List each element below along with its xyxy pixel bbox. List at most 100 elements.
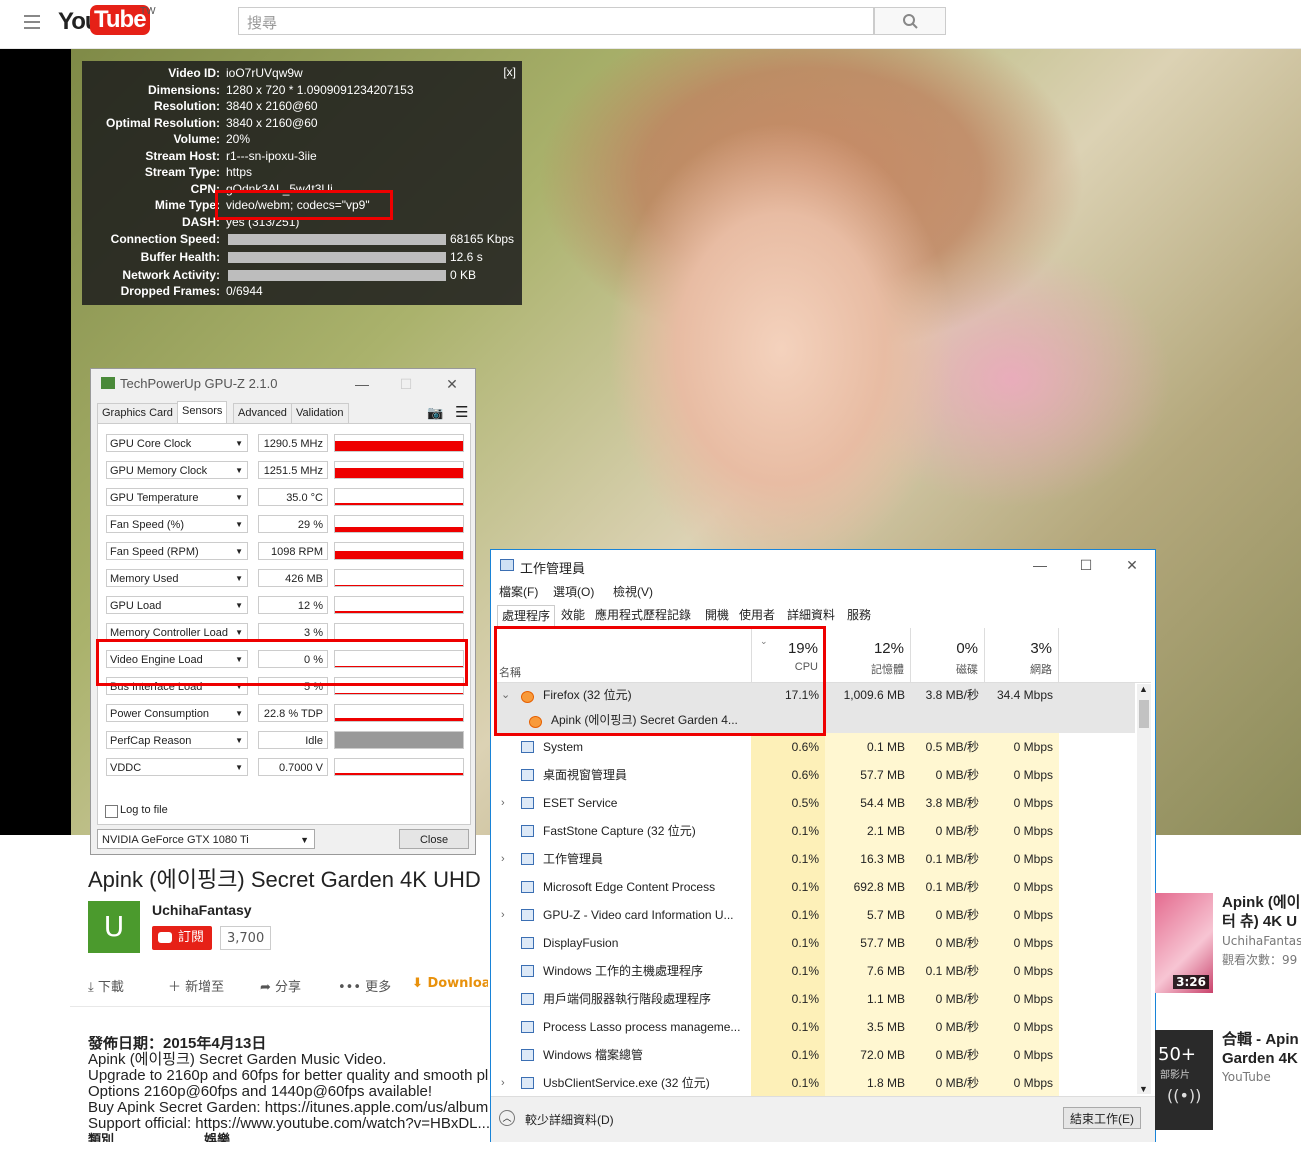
close-icon[interactable]: ✕ — [1123, 556, 1141, 574]
chevron-up-icon[interactable]: ︿ — [499, 1110, 515, 1126]
column-disk[interactable]: 0% 磁碟 — [911, 628, 985, 682]
process-memory: 692.8 MB — [825, 873, 911, 901]
process-row[interactable]: Microsoft Edge Content Process 0.1% 692.8 … — [495, 873, 1135, 901]
gpuz-titlebar[interactable]: TechPowerUp GPU-Z 2.1.0 — ☐ ✕ — [91, 369, 475, 399]
device-select[interactable]: NVIDIA GeForce GTX 1080 Ti ▼ — [97, 829, 315, 849]
scroll-up-icon[interactable]: ▲ — [1139, 684, 1148, 694]
share-action[interactable]: ➦ 分享 — [260, 976, 301, 995]
expand-icon[interactable]: › — [501, 1069, 505, 1097]
process-row[interactable]: › ESET Service 0.5% 54.4 MB 3.8 MB/秒 0 Mbps — [495, 789, 1135, 817]
playlist-thumbnail[interactable]: 50+ 部影片 ((•)) — [1155, 1030, 1213, 1130]
process-cpu: 0.1% — [751, 929, 825, 957]
column-memory[interactable]: 12% 記憶體 — [825, 628, 911, 682]
tm-tab[interactable]: 效能 — [557, 605, 589, 625]
stats-label: Mime Type: — [154, 198, 220, 212]
process-row[interactable]: Windows 檔案總管 0.1% 72.0 MB 0 MB/秒 0 Mbps — [495, 1041, 1135, 1069]
tab-validation[interactable]: Validation — [291, 403, 349, 424]
process-row[interactable]: System 0.6% 0.1 MB 0.5 MB/秒 0 Mbps — [495, 733, 1135, 761]
process-row[interactable]: Windows 工作的主機處理程序 0.1% 7.6 MB 0.1 MB/秒 0 Mbp… — [495, 957, 1135, 985]
end-task-button[interactable]: 結束工作(E) — [1063, 1107, 1141, 1129]
stats-value: ioO7rUVqw9w — [226, 66, 303, 80]
process-memory: 0.1 MB — [825, 733, 911, 761]
add-to-action[interactable]: ＋ 新增至 — [168, 976, 224, 995]
sensor-select[interactable]: Power Consumption ▼ — [106, 704, 248, 722]
column-network[interactable]: 3% 網路 — [985, 628, 1059, 682]
tm-tab[interactable]: 應用程式歷程記錄 — [591, 605, 695, 625]
process-row[interactable]: › 工作管理員 0.1% 16.3 MB 0.1 MB/秒 0 Mbps — [495, 845, 1135, 873]
expand-icon[interactable]: › — [501, 901, 505, 929]
tab-sensors[interactable]: Sensors — [177, 401, 228, 423]
process-row[interactable]: Process Lasso process manageme... 0.1% 3.5… — [495, 1013, 1135, 1041]
maximize-icon[interactable]: ☐ — [1077, 556, 1095, 574]
search-button[interactable] — [874, 7, 946, 35]
scroll-thumb[interactable] — [1139, 700, 1149, 728]
recommended-thumbnail[interactable]: 3:26 — [1155, 893, 1213, 993]
sensor-select[interactable]: GPU Temperature ▼ — [106, 488, 248, 506]
channel-name[interactable]: UchihaFantasy — [152, 902, 252, 918]
download-action[interactable]: ⤓ 下載 — [88, 976, 124, 995]
subscribe-button[interactable]: 訂閱 — [152, 926, 213, 950]
camera-icon[interactable]: 📷 — [427, 405, 443, 421]
process-memory: 3.5 MB — [825, 1013, 911, 1041]
scrollbar[interactable]: ▲ ▼ — [1137, 684, 1151, 1094]
chevron-down-icon: ▼ — [235, 466, 243, 475]
tm-tab[interactable]: 處理程序 — [497, 605, 556, 626]
sensor-select[interactable]: Fan Speed (%) ▼ — [106, 515, 248, 533]
playlist-title[interactable]: 合輯 - Apin Garden 4K — [1222, 1030, 1299, 1068]
sensor-select[interactable]: Fan Speed (RPM) ▼ — [106, 542, 248, 560]
menu-item[interactable]: 檢視(V) — [613, 583, 653, 600]
tm-titlebar[interactable]: 工作管理員 — ☐ ✕ — [491, 550, 1155, 580]
scroll-down-icon[interactable]: ▼ — [1139, 1084, 1148, 1094]
tab-graphics-card[interactable]: Graphics Card — [97, 403, 178, 424]
menu-item[interactable]: 選項(O) — [553, 583, 594, 600]
sensor-row: Fan Speed (RPM) ▼ 1098 RPM — [106, 542, 466, 562]
close-icon[interactable]: ✕ — [443, 375, 461, 393]
process-row[interactable]: DisplayFusion 0.1% 57.7 MB 0 MB/秒 0 Mbps — [495, 929, 1135, 957]
maximize-icon[interactable]: ☐ — [397, 375, 415, 393]
process-row[interactable]: › GPU-Z - Video card Information U... 0.1%… — [495, 901, 1135, 929]
process-network: 0 Mbps — [985, 1041, 1059, 1069]
tm-tab[interactable]: 服務 — [843, 605, 875, 625]
publish-date: 發佈日期：2015年4月13日 — [88, 1036, 267, 1052]
sensor-select[interactable]: GPU Memory Clock ▼ — [106, 461, 248, 479]
menu-icon[interactable] — [24, 15, 40, 29]
process-row[interactable]: FastStone Capture (32 位元) 0.1% 2.1 MB 0 MB/… — [495, 817, 1135, 845]
process-row[interactable]: › UsbClientService.exe (32 位元) 0.1% 1.8 MB 0… — [495, 1069, 1135, 1097]
menu-item[interactable]: 檔案(F) — [499, 583, 538, 600]
process-disk: 0.1 MB/秒 — [911, 873, 985, 901]
menu-icon[interactable]: ☰ — [455, 403, 468, 421]
search-input[interactable]: 搜尋 — [238, 7, 874, 35]
recommended-title[interactable]: Apink (에이 터 츄) 4K U — [1222, 893, 1300, 931]
tab-advanced[interactable]: Advanced — [233, 403, 292, 424]
sensor-value: 35.0 °C — [258, 488, 328, 506]
process-icon — [521, 1049, 534, 1061]
tm-tab[interactable]: 詳細資料 — [783, 605, 839, 625]
log-to-file-checkbox[interactable] — [105, 805, 118, 818]
minimize-icon[interactable]: — — [1031, 556, 1049, 574]
process-row[interactable]: 用戶端伺服器執行階段處理程序 0.1% 1.1 MB 0 MB/秒 0 Mbps — [495, 985, 1135, 1013]
sensor-select[interactable]: VDDC ▼ — [106, 758, 248, 776]
download-ext-action[interactable]: ⬇ Download — [412, 976, 488, 991]
network-label: 網路 — [1030, 664, 1052, 676]
chevron-down-icon: ▼ — [235, 601, 243, 610]
stats-bar — [228, 270, 446, 281]
process-memory: 1,009.6 MB — [843, 688, 905, 702]
minimize-icon[interactable]: — — [353, 375, 371, 393]
sensor-select[interactable]: GPU Load ▼ — [106, 596, 248, 614]
close-button[interactable]: Close — [399, 829, 469, 849]
tm-tab[interactable]: 使用者 — [735, 605, 779, 625]
sensor-name: Memory Used — [110, 573, 179, 585]
channel-avatar[interactable]: U — [88, 901, 140, 953]
fewer-details-link[interactable]: 較少詳細資料(D) — [525, 1111, 614, 1128]
sensor-select[interactable]: Memory Used ▼ — [106, 569, 248, 587]
tm-tab[interactable]: 開機 — [701, 605, 733, 625]
sensor-name: Fan Speed (%) — [110, 519, 184, 531]
expand-icon[interactable]: › — [501, 789, 505, 817]
expand-icon[interactable]: › — [501, 845, 505, 873]
more-action[interactable]: ••• 更多 — [338, 976, 391, 995]
sensor-select[interactable]: PerfCap Reason ▼ — [106, 731, 248, 749]
desc-line: Buy Apink Secret Garden: https://itunes.… — [88, 1099, 489, 1116]
process-row[interactable]: 桌面視窗管理員 0.6% 57.7 MB 0 MB/秒 0 Mbps — [495, 761, 1135, 789]
process-cpu: 0.1% — [751, 901, 825, 929]
sensor-select[interactable]: GPU Core Clock ▼ — [106, 434, 248, 452]
